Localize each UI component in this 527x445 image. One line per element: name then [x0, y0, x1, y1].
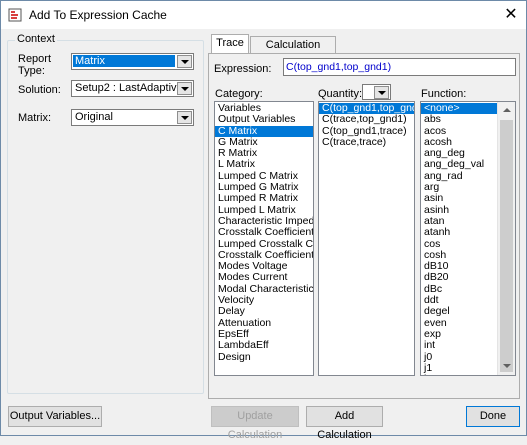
list-item[interactable]: cos: [421, 239, 498, 250]
list-item[interactable]: C(trace,trace): [319, 137, 414, 148]
list-item[interactable]: Modes Current: [215, 272, 313, 283]
function-scrollbar[interactable]: [497, 102, 515, 375]
title-bar[interactable]: Add To Expression Cache ✕: [1, 1, 526, 29]
list-item[interactable]: atan: [421, 216, 498, 227]
list-item[interactable]: C(trace,top_gnd1): [319, 114, 414, 125]
list-item[interactable]: L Matrix: [215, 159, 313, 170]
list-item[interactable]: ddt: [421, 295, 498, 306]
matrix-dropdown[interactable]: Original: [71, 109, 194, 126]
report-type-label: Report Type:: [18, 53, 52, 77]
list-item[interactable]: Variables: [215, 103, 313, 114]
list-item[interactable]: asin: [421, 193, 498, 204]
update-calculation-button[interactable]: Update Calculation: [211, 406, 299, 441]
chevron-down-icon[interactable]: [177, 55, 192, 68]
tab-trace-label: Trace: [216, 37, 244, 49]
list-item[interactable]: Output Variables: [215, 114, 313, 125]
list-item[interactable]: Attenuation: [215, 318, 313, 329]
tab-calculation-range[interactable]: Calculation Range: [250, 36, 336, 67]
list-item[interactable]: Lumped C Matrix: [215, 171, 313, 182]
matrix-value: Original: [75, 111, 113, 123]
list-item[interactable]: ang_rad: [421, 171, 498, 182]
list-item[interactable]: dB10: [421, 261, 498, 272]
list-item[interactable]: exp: [421, 329, 498, 340]
list-item[interactable]: Lumped G Matrix: [215, 182, 313, 193]
report-type-value: Matrix: [73, 55, 175, 67]
list-item[interactable]: dB20: [421, 272, 498, 283]
list-item[interactable]: asinh: [421, 205, 498, 216]
add-calculation-button[interactable]: Add Calculation: [306, 406, 383, 441]
close-icon[interactable]: ✕: [496, 2, 526, 30]
done-button-label: Done: [479, 410, 507, 422]
list-item[interactable]: Lumped Crosstalk Coef: [215, 239, 313, 250]
matrix-label: Matrix:: [18, 112, 51, 124]
list-item[interactable]: arg: [421, 182, 498, 193]
list-item[interactable]: j1: [421, 363, 498, 374]
list-item[interactable]: dBc: [421, 284, 498, 295]
solution-label: Solution:: [18, 84, 61, 96]
function-list[interactable]: <none> abs acos acosh ang_deg ang_deg_va…: [420, 101, 516, 376]
list-item[interactable]: <none>: [421, 103, 498, 115]
list-item[interactable]: Modal Characteristic Ir: [215, 284, 313, 295]
add-calculation-button-label: Add Calculation: [317, 410, 372, 441]
expression-label: Expression:: [214, 63, 272, 75]
list-item[interactable]: EpsEff: [215, 329, 313, 340]
list-item[interactable]: Delay: [215, 306, 313, 317]
list-item[interactable]: G Matrix: [215, 137, 313, 148]
quantity-filter-dropdown[interactable]: [362, 84, 391, 100]
category-list[interactable]: Variables Output Variables C Matrix G Ma…: [214, 101, 314, 376]
list-item[interactable]: int: [421, 340, 498, 351]
output-variables-button-label: Output Variables...: [9, 410, 101, 422]
scroll-up-arrow-icon[interactable]: [498, 102, 515, 119]
list-item[interactable]: j0: [421, 352, 498, 363]
list-item[interactable]: Characteristic Impedar: [215, 216, 313, 227]
list-item[interactable]: C Matrix: [215, 125, 313, 137]
list-item[interactable]: Lumped L Matrix: [215, 205, 313, 216]
list-item[interactable]: Design: [215, 352, 313, 363]
list-item[interactable]: C(top_gnd1,trace): [319, 126, 414, 137]
list-item[interactable]: ang_deg_val: [421, 159, 498, 170]
list-item[interactable]: cosh: [421, 250, 498, 261]
list-item[interactable]: ang_deg: [421, 148, 498, 159]
window-title: Add To Expression Cache: [29, 8, 167, 22]
output-variables-button[interactable]: Output Variables...: [8, 406, 102, 427]
list-item[interactable]: abs: [421, 114, 498, 125]
list-item[interactable]: ln: [421, 374, 498, 375]
chevron-down-icon[interactable]: [177, 82, 192, 95]
list-item[interactable]: atanh: [421, 227, 498, 238]
solution-value: Setup2 : LastAdaptive: [75, 82, 183, 94]
function-label: Function:: [421, 88, 467, 100]
done-button[interactable]: Done: [466, 406, 520, 427]
list-item[interactable]: LambdaEff: [215, 340, 313, 351]
scroll-down-arrow-icon[interactable]: [498, 358, 515, 375]
expression-value: C(top_gnd1,top_gnd1): [286, 61, 392, 73]
scrollbar-thumb[interactable]: [500, 120, 513, 372]
list-item[interactable]: degel: [421, 306, 498, 317]
list-item[interactable]: R Matrix: [215, 148, 313, 159]
category-label: Category:: [215, 88, 263, 100]
expression-field[interactable]: C(top_gnd1,top_gnd1): [283, 58, 516, 76]
list-item[interactable]: acosh: [421, 137, 498, 148]
context-group-label: Context: [15, 33, 57, 45]
tab-trace[interactable]: Trace: [211, 34, 249, 53]
list-item[interactable]: Lumped R Matrix: [215, 193, 313, 204]
app-icon: [8, 8, 22, 22]
chevron-down-icon[interactable]: [374, 86, 389, 99]
list-item[interactable]: Modes Voltage: [215, 261, 313, 272]
quantity-label: Quantity:: [318, 88, 363, 100]
list-item[interactable]: Crosstalk Coefficient B: [215, 250, 313, 261]
list-item[interactable]: Velocity: [215, 295, 313, 306]
list-item[interactable]: C(top_gnd1,top_gnd1): [319, 103, 414, 115]
list-item[interactable]: Crosstalk Coefficient F: [215, 227, 313, 238]
update-calculation-button-label: Update Calculation: [227, 410, 283, 441]
list-item[interactable]: even: [421, 318, 498, 329]
report-type-dropdown[interactable]: Matrix: [71, 53, 194, 70]
list-item[interactable]: acos: [421, 126, 498, 137]
solution-dropdown[interactable]: Setup2 : LastAdaptive: [71, 80, 194, 97]
quantity-list[interactable]: C(top_gnd1,top_gnd1) C(trace,top_gnd1) C…: [318, 101, 415, 376]
chevron-down-icon[interactable]: [177, 111, 192, 124]
